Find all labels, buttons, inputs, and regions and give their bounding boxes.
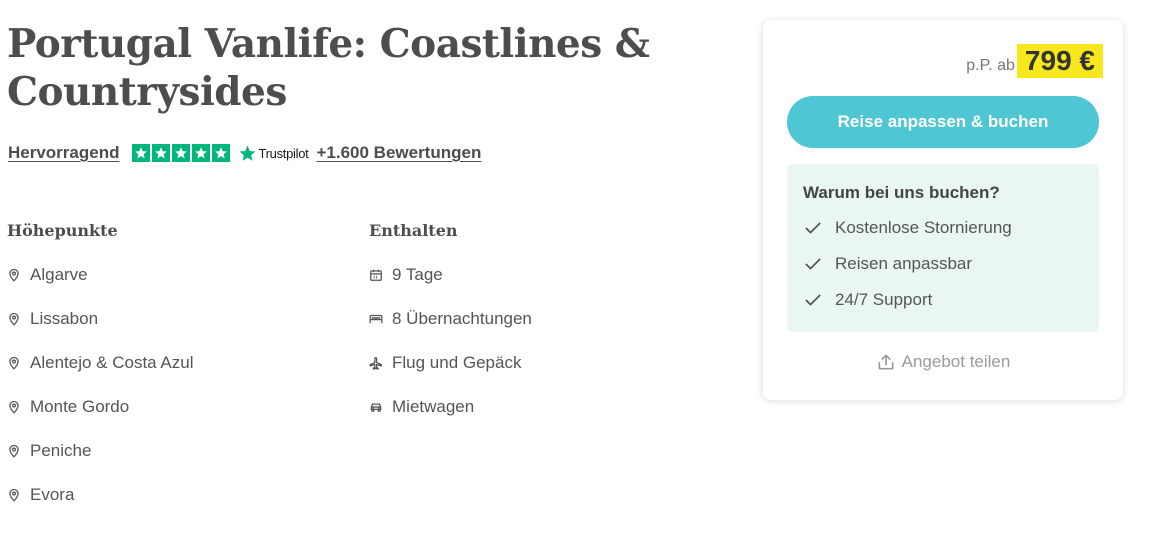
highlight-label: Peniche [30,441,92,460]
why-book-item-label: Kostenlose Stornierung [835,218,1012,237]
share-offer-label: Angebot teilen [901,352,1011,371]
map-pin-icon [7,356,21,370]
star-icon [152,144,171,162]
calendar-icon [369,268,383,282]
check-icon [803,218,823,238]
reviews-link[interactable]: +1.600 Bewertungen [316,143,481,163]
why-book-title: Warum bei uns buchen? [803,183,1000,202]
customize-and-book-button[interactable]: Reise anpassen & buchen [787,96,1099,148]
star-icon [172,144,191,162]
star-icon [212,144,231,162]
list-item: Peniche [7,429,193,473]
share-offer-link[interactable]: Angebot teilen [763,350,1123,374]
price-prefix: p.P. ab [966,57,1015,74]
price-row: p.P. ab 799 € [966,44,1103,78]
highlight-label: Algarve [30,265,88,284]
star-icon [132,144,151,162]
included-label: 8 Übernachtungen [392,309,532,328]
list-item: Kostenlose Stornierung [803,210,1083,246]
price-value: 799 € [1016,44,1103,78]
included-label: Flug und Gepäck [392,353,522,372]
map-pin-icon [7,488,21,502]
highlights-section: Höhepunkte Algarve Lissabon Alentejo & C… [7,220,193,517]
check-icon [803,254,823,274]
map-pin-icon [7,400,21,414]
check-icon [803,290,823,310]
page-title: Portugal Vanlife: Coastlines & Countrysi… [7,21,650,115]
highlights-heading: Höhepunkte [7,221,118,240]
booking-card: p.P. ab 799 € Reise anpassen & buchen Wa… [763,20,1123,400]
why-book-item-label: 24/7 Support [835,290,933,309]
car-icon [369,400,383,414]
included-section: Enthalten 9 Tage 8 Übernachtungen Flug u… [369,220,532,429]
map-pin-icon [7,312,21,326]
rating-word-link[interactable]: Hervorragend [8,143,119,163]
list-item: 24/7 Support [803,282,1083,318]
list-item: Monte Gordo [7,385,193,429]
trustpilot-logo: Trustpilot [238,144,309,163]
included-label: Mietwagen [392,397,475,416]
list-item: Evora [7,473,193,517]
airplane-icon [369,356,383,370]
map-pin-icon [7,268,21,282]
highlights-list: Algarve Lissabon Alentejo & Costa Azul M… [7,253,193,517]
trustpilot-star-icon [240,145,256,161]
list-item: Flug und Gepäck [369,341,532,385]
highlight-label: Lissabon [30,309,99,328]
included-heading: Enthalten [369,221,458,240]
included-list: 9 Tage 8 Übernachtungen Flug und Gepäck … [369,253,532,429]
list-item: Mietwagen [369,385,532,429]
trustpilot-rating: Hervorragend Trustpilot +1.600 Bewertung… [8,142,481,164]
highlight-label: Alentejo & Costa Azul [30,353,194,372]
included-label: 9 Tage [392,265,443,284]
why-book-item-label: Reisen anpassbar [835,254,973,273]
list-item: 9 Tage [369,253,532,297]
list-item: Algarve [7,253,193,297]
highlight-label: Monte Gordo [30,397,130,416]
why-book-box: Warum bei uns buchen? Kostenlose Stornie… [787,164,1099,332]
star-icon [192,144,211,162]
share-upload-icon [878,354,894,370]
list-item: Lissabon [7,297,193,341]
map-pin-icon [7,444,21,458]
bed-icon [369,312,383,326]
highlight-label: Evora [30,485,75,504]
trustpilot-stars [132,144,231,162]
why-book-list: Kostenlose Stornierung Reisen anpassbar … [803,210,1083,318]
trustpilot-wordmark: Trustpilot [258,145,309,161]
list-item: Reisen anpassbar [803,246,1083,282]
list-item: 8 Übernachtungen [369,297,532,341]
list-item: Alentejo & Costa Azul [7,341,193,385]
